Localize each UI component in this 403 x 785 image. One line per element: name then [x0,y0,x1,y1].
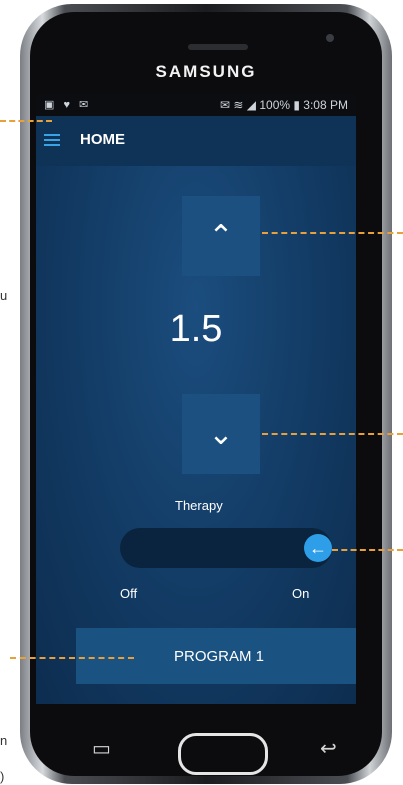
app-bar: HOME [36,116,356,166]
callout-toggle [332,549,403,551]
menu-icon[interactable] [44,134,60,146]
page-title: HOME [80,131,125,148]
brand-logo: SAMSUNG [155,62,257,81]
status-bar: ▣ ♥ ✉ ✉ ≋ ◢ 100% ▮ 3:08 PM [36,94,356,116]
side-text-n: n [0,733,8,748]
earpiece [188,44,248,50]
decrease-button[interactable]: ⌄ [182,394,260,474]
back-icon[interactable]: ↩ [320,736,337,761]
home-button[interactable] [178,733,268,775]
program-button[interactable]: PROGRAM 1 [76,628,356,684]
toggle-knob[interactable]: ← [304,534,332,562]
therapy-toggle[interactable] [120,528,332,568]
status-time: ✉ ≋ ◢ 100% ▮ 3:08 PM [220,98,348,112]
screen: ▣ ♥ ✉ ✉ ≋ ◢ 100% ▮ 3:08 PM HOME ⌃ 1.5 ⌄ … [36,94,356,704]
callout-program [10,657,134,659]
chevron-down-icon: ⌄ [208,417,234,451]
side-text-paren: ) [0,769,5,784]
therapy-label: Therapy [175,498,223,513]
callout-down [262,433,403,435]
chevron-up-icon: ⌃ [208,219,234,253]
arrow-left-icon: ← [309,537,327,558]
toggle-off-label: Off [120,586,138,601]
recent-apps-icon[interactable]: ▭ [92,736,111,761]
toggle-on-label: On [292,586,310,601]
callout-menu [0,120,52,122]
level-value: 1.5 [169,308,223,350]
increase-button[interactable]: ⌃ [182,196,260,276]
front-camera [326,34,334,42]
side-text-u: u [0,288,8,303]
callout-up [262,232,403,234]
status-icons-left: ▣ ♥ ✉ [44,99,92,111]
